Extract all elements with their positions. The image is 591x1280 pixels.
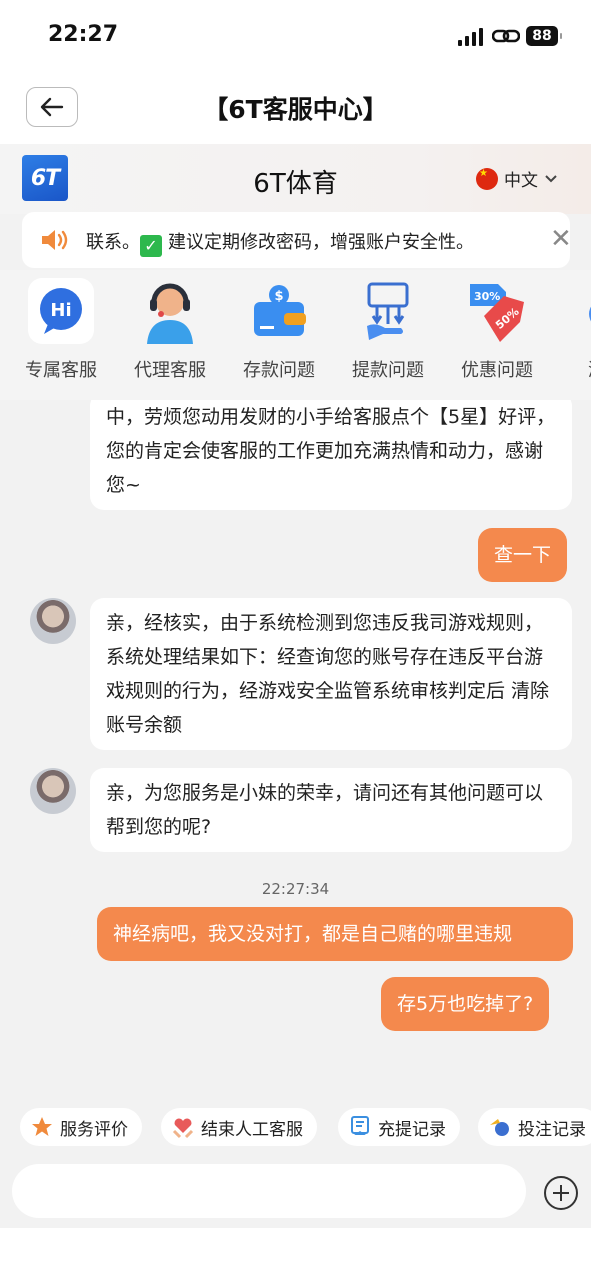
message-timestamp: 22:27:34: [261, 880, 330, 898]
withdraw-icon: [355, 278, 421, 344]
nav-bar: 【6T客服中心】: [0, 72, 591, 144]
notice-banner: 联系。 ✓ 建议定期修改密码，增强账户安全性。 ✕: [22, 212, 572, 268]
game-icon: [573, 278, 591, 344]
signal-icon: [458, 28, 483, 46]
svg-text:$: $: [274, 289, 283, 304]
quick-action-transaction-records[interactable]: 充提记录: [338, 1108, 460, 1146]
category-label: 游戏: [551, 356, 591, 382]
category-label: 存款问题: [243, 360, 315, 381]
message-input[interactable]: [12, 1164, 526, 1218]
status-bar: 22:27 88: [0, 0, 591, 72]
speaker-icon: [42, 230, 68, 250]
quick-action-end-service[interactable]: 结束人工客服: [161, 1108, 317, 1146]
agent-avatar: [30, 768, 76, 814]
receipt-icon: [348, 1115, 372, 1139]
page-title: 【6T客服中心】: [203, 95, 388, 124]
category-label: 提款问题: [352, 360, 424, 381]
bottom-safe-area: [0, 1228, 591, 1280]
headset-agent-icon: [137, 278, 203, 344]
language-selector[interactable]: 中文: [476, 166, 558, 191]
heart-hands-icon: [171, 1115, 195, 1139]
quick-actions-row: 服务评价 结束人工客服 充提记录 投注记录: [0, 1100, 591, 1152]
chat-area[interactable]: 中，劳烦您动用发财的小手给客服点个【5星】好评，您的肯定会使客服的工作更加充满热…: [0, 400, 591, 1100]
user-message-bubble: 神经病吧，我又没对打，都是自己赌的哪里违规: [97, 907, 573, 961]
check-icon: ✓: [140, 235, 162, 257]
language-label: 中文: [504, 171, 538, 191]
category-promotion[interactable]: 30% 50% 优惠问题: [442, 270, 552, 382]
plus-icon[interactable]: [544, 1176, 578, 1210]
category-row: Hi 专属客服 代理客服 $ 存款问题 提款问题 30% 50% 优惠问题: [0, 270, 591, 400]
svg-text:Hi: Hi: [50, 300, 71, 321]
hi-chat-icon: Hi: [28, 278, 94, 344]
user-message-bubble: 存5万也吃掉了?: [381, 977, 550, 1031]
category-deposit[interactable]: $ 存款问题: [224, 270, 334, 382]
status-time: 22:27: [48, 22, 119, 47]
discount-tag-icon: 30% 50%: [464, 278, 530, 344]
quick-action-bet-records[interactable]: 投注记录: [478, 1108, 591, 1146]
category-label: 优惠问题: [461, 360, 533, 381]
sports-ball-icon: [488, 1115, 512, 1139]
category-label: 专属客服: [25, 360, 97, 381]
input-bar: [0, 1152, 591, 1228]
user-message-bubble: 查一下: [478, 528, 568, 582]
agent-message-bubble: 亲，经核实，由于系统检测到您违反我司游戏规则，系统处理结果如下：经查询您的账号存…: [90, 598, 572, 750]
brand-bar: 6T 6T体育 中文: [0, 144, 591, 214]
wallet-icon: $: [246, 278, 312, 344]
link-icon: [492, 29, 520, 43]
china-flag-icon: [476, 167, 498, 190]
svg-text:30%: 30%: [474, 290, 500, 303]
agent-message-bubble: 中，劳烦您动用发财的小手给客服点个【5星】好评，您的肯定会使客服的工作更加充满热…: [90, 400, 572, 510]
battery-icon: 88: [526, 26, 562, 46]
agent-avatar: [30, 598, 76, 644]
chevron-down-icon: [545, 174, 557, 182]
star-icon: [30, 1115, 54, 1139]
category-game[interactable]: 游戏: [551, 270, 591, 382]
category-agent-service[interactable]: 代理客服: [115, 270, 225, 382]
category-label: 代理客服: [134, 360, 206, 381]
quick-action-service-rating[interactable]: 服务评价: [20, 1108, 142, 1146]
agent-message-bubble: 亲，为您服务是小妹的荣幸，请问还有其他问题可以帮到您的呢?: [90, 768, 572, 852]
notice-text: 联系。 ✓ 建议定期修改密码，增强账户安全性。: [86, 232, 474, 257]
category-withdraw[interactable]: 提款问题: [333, 270, 443, 382]
category-exclusive-service[interactable]: Hi 专属客服: [6, 270, 116, 382]
close-icon[interactable]: ✕: [550, 226, 572, 252]
